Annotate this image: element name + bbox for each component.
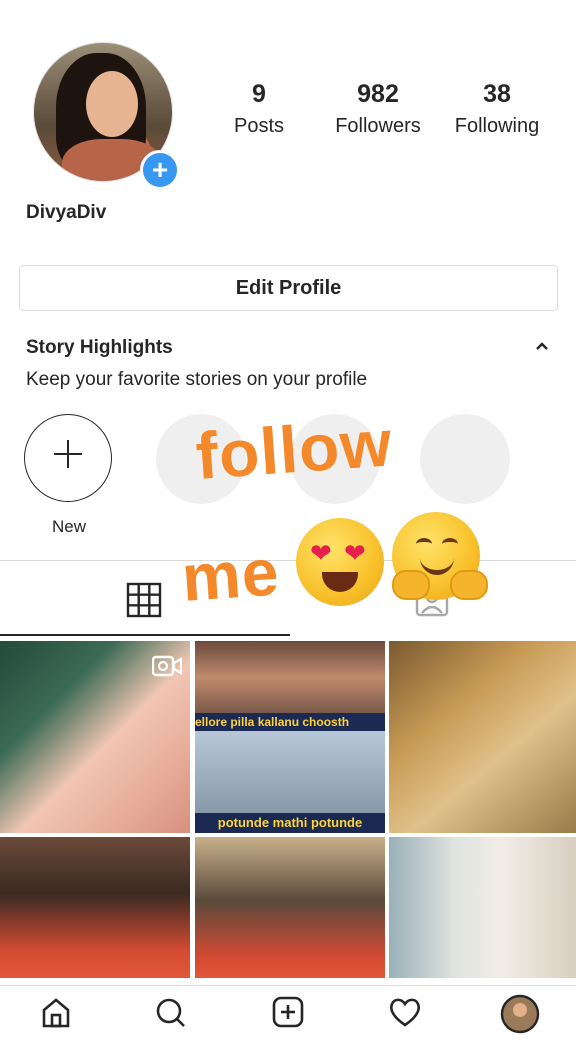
avatar-face <box>86 71 138 137</box>
plus-circle-icon <box>50 433 86 483</box>
post-thumbnail[interactable] <box>389 837 576 978</box>
followers-stat[interactable]: 982 Followers <box>318 80 438 138</box>
overlay-follow-text: follow <box>193 405 395 493</box>
active-tab-indicator <box>0 634 290 636</box>
bottom-nav-divider <box>0 985 576 986</box>
video-icon <box>152 655 182 677</box>
hugging-face-emoji-icon <box>392 512 488 600</box>
add-story-badge[interactable]: + <box>140 150 180 190</box>
posts-count: 9 <box>252 80 266 108</box>
following-stat[interactable]: 38 Following <box>437 80 557 138</box>
post-thumbnail[interactable] <box>195 837 385 978</box>
section-divider <box>0 560 576 561</box>
grid-tab[interactable] <box>126 582 162 618</box>
top-bar-cutoff <box>0 0 576 6</box>
heart-icon[interactable] <box>388 996 420 1028</box>
post-thumbnail[interactable] <box>0 837 190 978</box>
posts-stat[interactable]: 9 Posts <box>199 80 319 138</box>
profile-avatar-icon[interactable] <box>500 994 540 1034</box>
post-thumbnail[interactable] <box>389 641 576 833</box>
add-post-icon[interactable] <box>272 996 304 1028</box>
edit-profile-button[interactable]: Edit Profile <box>19 265 558 311</box>
following-count: 38 <box>483 80 511 108</box>
posts-label: Posts <box>233 115 285 137</box>
profile-username: DivyaDiv <box>26 202 107 223</box>
grid-icon <box>126 582 162 618</box>
post-image-mid <box>195 731 385 813</box>
post-thumbnail[interactable]: ellore pilla kallanu choosth potunde mat… <box>195 641 385 833</box>
story-highlights-subtitle: Keep your favorite stories on your profi… <box>26 369 368 390</box>
new-highlight-button[interactable] <box>24 414 112 502</box>
highlight-placeholder <box>420 414 510 504</box>
followers-count: 982 <box>357 80 399 108</box>
plus-icon: + <box>151 154 169 185</box>
heart-eyes-emoji-icon: ❤ ❤ <box>296 518 384 606</box>
post-thumbnail[interactable] <box>0 641 190 833</box>
overlay-me-text: me <box>179 534 282 615</box>
followers-label: Followers <box>335 115 421 137</box>
post-image-top <box>195 641 385 713</box>
new-highlight-label: New <box>51 517 86 536</box>
search-icon[interactable] <box>154 996 186 1028</box>
home-icon[interactable] <box>40 996 72 1028</box>
story-highlights-title: Story Highlights <box>26 337 173 358</box>
post-caption-banner: ellore pilla kallanu choosth <box>195 713 385 731</box>
following-label: Following <box>454 115 540 137</box>
chevron-up-icon[interactable] <box>532 336 552 362</box>
post-caption-banner: potunde mathi potunde <box>195 813 385 833</box>
